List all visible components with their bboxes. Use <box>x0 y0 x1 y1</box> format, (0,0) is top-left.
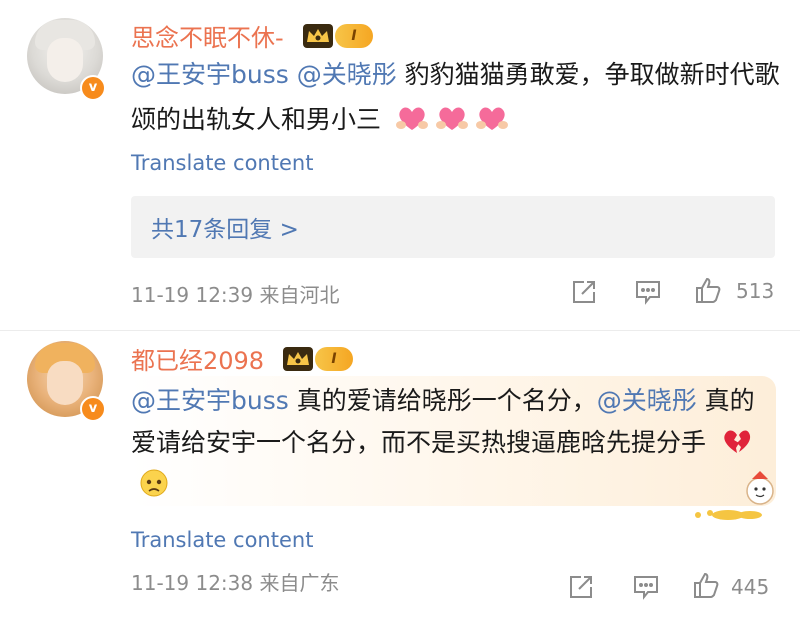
level-badge: I <box>315 347 353 371</box>
location: 来自广东 <box>259 571 340 595</box>
mention-link[interactable]: @王安宇buss <box>131 386 289 415</box>
comment-text: @王安宇buss 真的爱请给晓彤一个名分，@关晓彤 真的爱请给安宇一个名分，而不… <box>131 380 761 506</box>
like-icon[interactable] <box>692 571 720 599</box>
username[interactable]: 都已经2098 <box>131 341 264 376</box>
like-count: 445 <box>731 575 770 599</box>
text-segment: 真的爱请给晓彤一个名分， <box>288 386 597 415</box>
comment-icon[interactable] <box>632 573 660 601</box>
mention-link[interactable]: @关晓彤 <box>597 386 697 415</box>
timestamp: 11-19 12:38 <box>131 571 254 595</box>
crown-icon <box>283 347 313 371</box>
translate-link[interactable]: Translate content <box>131 528 313 552</box>
comment-meta: 11-19 12:38 来自广东 <box>131 567 339 596</box>
comment-item: v 都已经2098 I @王安宇buss 真的爱请给晓彤一个名分，@关晓彤 真的… <box>0 0 800 621</box>
sad-face-emoji-icon <box>140 469 168 497</box>
verified-badge-icon: v <box>80 396 106 422</box>
broken-heart-emoji-icon <box>724 430 751 453</box>
share-icon[interactable] <box>567 573 595 601</box>
